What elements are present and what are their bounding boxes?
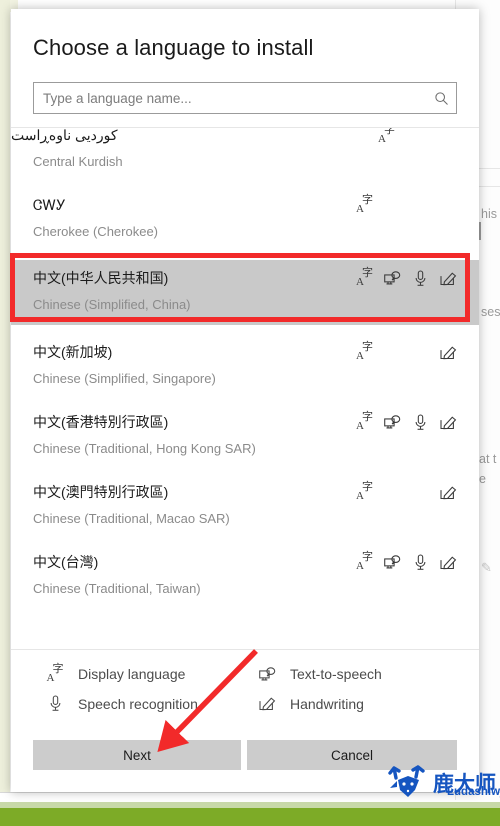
handwriting-icon bbox=[257, 696, 277, 711]
display-language-icon: A字 bbox=[356, 341, 373, 362]
display-language-icon: A字 bbox=[356, 481, 373, 502]
display-language-icon: A字 bbox=[356, 411, 373, 432]
background-text-fragment: his bbox=[481, 207, 497, 221]
language-capability-icons: A字 bbox=[345, 481, 457, 502]
text-to-speech-icon bbox=[384, 269, 401, 287]
next-button[interactable]: Next bbox=[33, 740, 241, 770]
language-list-item[interactable]: 中文(新加坡) A 字 Chinese (Simplified, Singapore) bbox=[11, 337, 479, 393]
language-capability-icons: A字 bbox=[345, 411, 457, 432]
speech-recognition-icon bbox=[412, 269, 429, 287]
language-list-item-clipped[interactable]: کوردیی ناوەڕاست A 字 bbox=[11, 128, 479, 150]
language-capability-icons: A字 bbox=[367, 128, 479, 145]
display-language-icon: A字 bbox=[356, 551, 373, 572]
display-language-icon: A字 bbox=[46, 663, 64, 684]
background-text-fragment: at t bbox=[479, 452, 497, 466]
background-left-strip bbox=[0, 0, 10, 792]
handwriting-icon bbox=[440, 413, 457, 431]
language-english-name: Central Kurdish bbox=[33, 154, 123, 169]
language-native-row: 中文(香港特別行政區) A 字 bbox=[33, 407, 457, 437]
speech-recognition-icon bbox=[412, 553, 429, 571]
language-list[interactable]: کوردیی ناوەڕاست A 字 Central Kurdish ᏣᎳᎩ A 字 Che… bbox=[11, 128, 479, 649]
language-capability-icons: A字 bbox=[345, 341, 457, 362]
language-list-item[interactable]: 中文(中华人民共和国) A 字 Chinese (Simplified, China) bbox=[11, 260, 479, 325]
legend-label: Speech recognition bbox=[78, 695, 198, 712]
language-native-row: 中文(新加坡) A 字 bbox=[33, 337, 457, 367]
handwriting-icon bbox=[440, 553, 457, 571]
legend-item: Speech recognition bbox=[11, 695, 223, 712]
language-capability-icons: A字 bbox=[345, 194, 457, 215]
speech-recognition-icon bbox=[412, 413, 429, 431]
language-capability-icons: A字 bbox=[345, 551, 457, 572]
language-native-name: ᏣᎳᎩ bbox=[33, 196, 66, 213]
language-list-item[interactable]: ᏣᎳᎩ A 字 Cherokee (Cherokee) bbox=[11, 190, 479, 246]
handwriting-icon bbox=[440, 483, 457, 501]
choose-language-dialog: Choose a language to install کوردیی ناوە… bbox=[11, 9, 479, 792]
legend-item: Text-to-speech bbox=[223, 666, 479, 682]
search-icon[interactable] bbox=[426, 91, 456, 106]
language-native-row: 中文(中华人民共和国) A 字 bbox=[33, 263, 457, 293]
language-native-row: 中文(澳門特別行政區) A 字 bbox=[33, 477, 457, 507]
language-list-item[interactable]: Central Kurdish bbox=[11, 150, 479, 176]
display-language-icon: A字 bbox=[356, 194, 373, 215]
language-list-item[interactable]: 中文(澳門特別行政區) A 字 Chinese (Traditional, Macao… bbox=[11, 477, 479, 533]
site-watermark: 鹿大师 Ludashiwj.com bbox=[388, 764, 500, 804]
legend-label: Text-to-speech bbox=[290, 666, 382, 682]
text-to-speech-icon bbox=[384, 553, 401, 571]
text-to-speech-icon bbox=[384, 413, 401, 431]
background-bottom-bar bbox=[0, 808, 500, 826]
text-to-speech-icon bbox=[257, 666, 277, 682]
language-native-name: 中文(香港特別行政區) bbox=[33, 414, 169, 430]
language-native-row: 中文(台灣) A 字 bbox=[33, 547, 457, 577]
search-input[interactable] bbox=[34, 90, 426, 106]
language-english-name: Chinese (Traditional, Taiwan) bbox=[33, 581, 201, 596]
language-english-name: Chinese (Traditional, Macao SAR) bbox=[33, 511, 230, 526]
language-list-item[interactable]: 中文(台灣) A 字 Chinese (Traditional, Taiwan) bbox=[11, 547, 479, 603]
legend-label: Handwriting bbox=[290, 695, 364, 712]
legend-label: Display language bbox=[78, 666, 186, 682]
handwriting-icon bbox=[440, 269, 457, 287]
dialog-title: Choose a language to install bbox=[33, 35, 314, 60]
watermark-url: Ludashiwj.com bbox=[447, 785, 500, 798]
deer-logo-icon bbox=[388, 764, 430, 804]
display-language-icon: A字 bbox=[356, 267, 373, 288]
display-language-icon: A字 bbox=[378, 128, 395, 145]
language-english-name: Chinese (Traditional, Hong Kong SAR) bbox=[33, 441, 256, 456]
language-search-box[interactable] bbox=[33, 82, 457, 114]
language-english-name: Chinese (Simplified, China) bbox=[33, 297, 191, 312]
language-native-name: 中文(新加坡) bbox=[33, 344, 113, 360]
language-native-name: 中文(中华人民共和国) bbox=[33, 270, 169, 286]
legend-item: A 字 Display language bbox=[11, 663, 223, 684]
background-text-fragment: e bbox=[479, 472, 486, 486]
language-native-row: ᏣᎳᎩ A 字 bbox=[33, 190, 457, 220]
background-text-fragment: ses bbox=[481, 305, 500, 319]
language-list-item[interactable]: 中文(香港特別行政區) A 字 Chinese (Traditional, Hong … bbox=[11, 407, 479, 463]
handwriting-icon: ✎ bbox=[481, 560, 492, 575]
speech-recognition-icon bbox=[45, 695, 65, 712]
handwriting-icon bbox=[440, 343, 457, 361]
language-native-name: 中文(台灣) bbox=[33, 554, 99, 570]
language-english-name: Chinese (Simplified, Singapore) bbox=[33, 371, 216, 386]
language-capability-icons: A字 bbox=[345, 267, 457, 288]
capability-legend: A 字 Display language Text-to-speech Speech r… bbox=[11, 649, 479, 722]
language-native-row: کوردیی ناوەڕاست A 字 bbox=[11, 128, 479, 150]
legend-item: Handwriting bbox=[223, 695, 479, 712]
language-native-name: 中文(澳門特別行政區) bbox=[33, 484, 169, 500]
background-divider bbox=[476, 168, 500, 169]
language-english-name: Cherokee (Cherokee) bbox=[33, 224, 159, 239]
language-native-name: کوردیی ناوەڕاست bbox=[11, 128, 118, 143]
background-divider bbox=[476, 186, 500, 187]
